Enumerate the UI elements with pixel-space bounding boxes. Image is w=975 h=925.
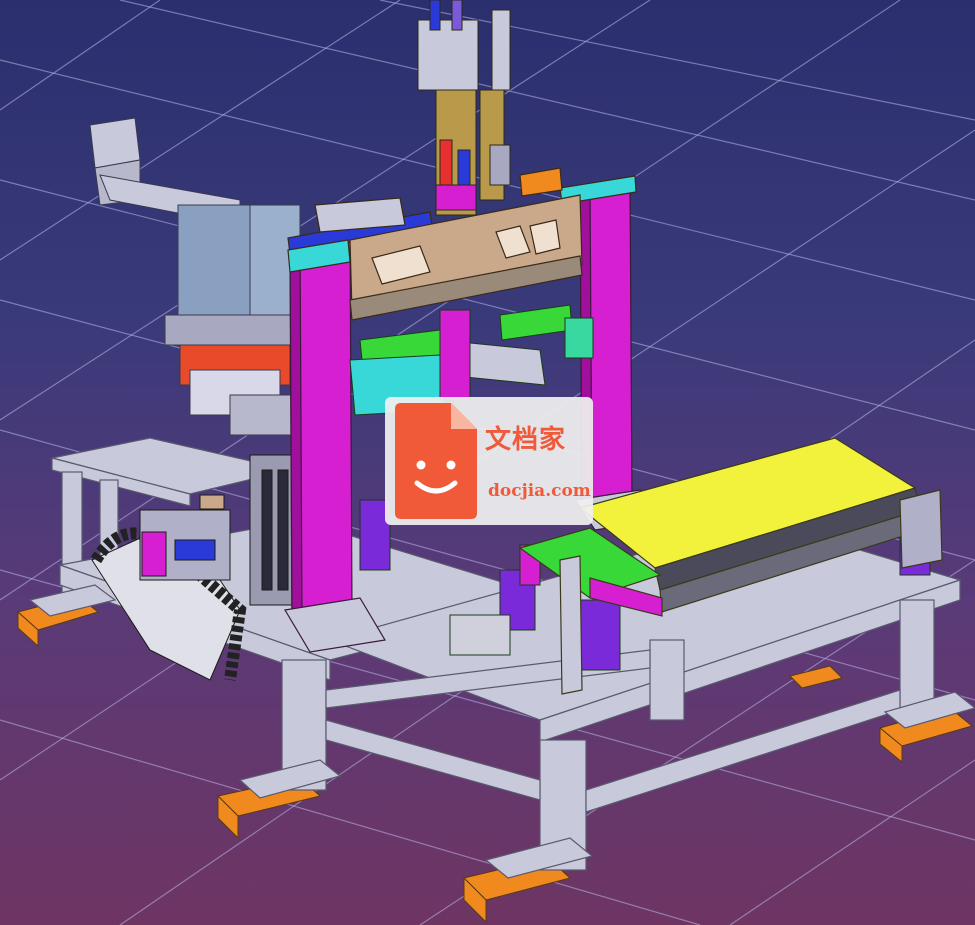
z-axis-column: [417, 0, 511, 216]
watermark-badge: 文档家 docjia.com: [385, 397, 593, 525]
left-arm-assembly: [89, 117, 301, 436]
watermark-url-text: docjia.com: [488, 481, 591, 501]
cad-viewport[interactable]: 文档家 docjia.com: [0, 0, 975, 925]
watermark-chinese-text: 文档家: [485, 425, 567, 455]
document-smiley-icon: [395, 403, 477, 519]
